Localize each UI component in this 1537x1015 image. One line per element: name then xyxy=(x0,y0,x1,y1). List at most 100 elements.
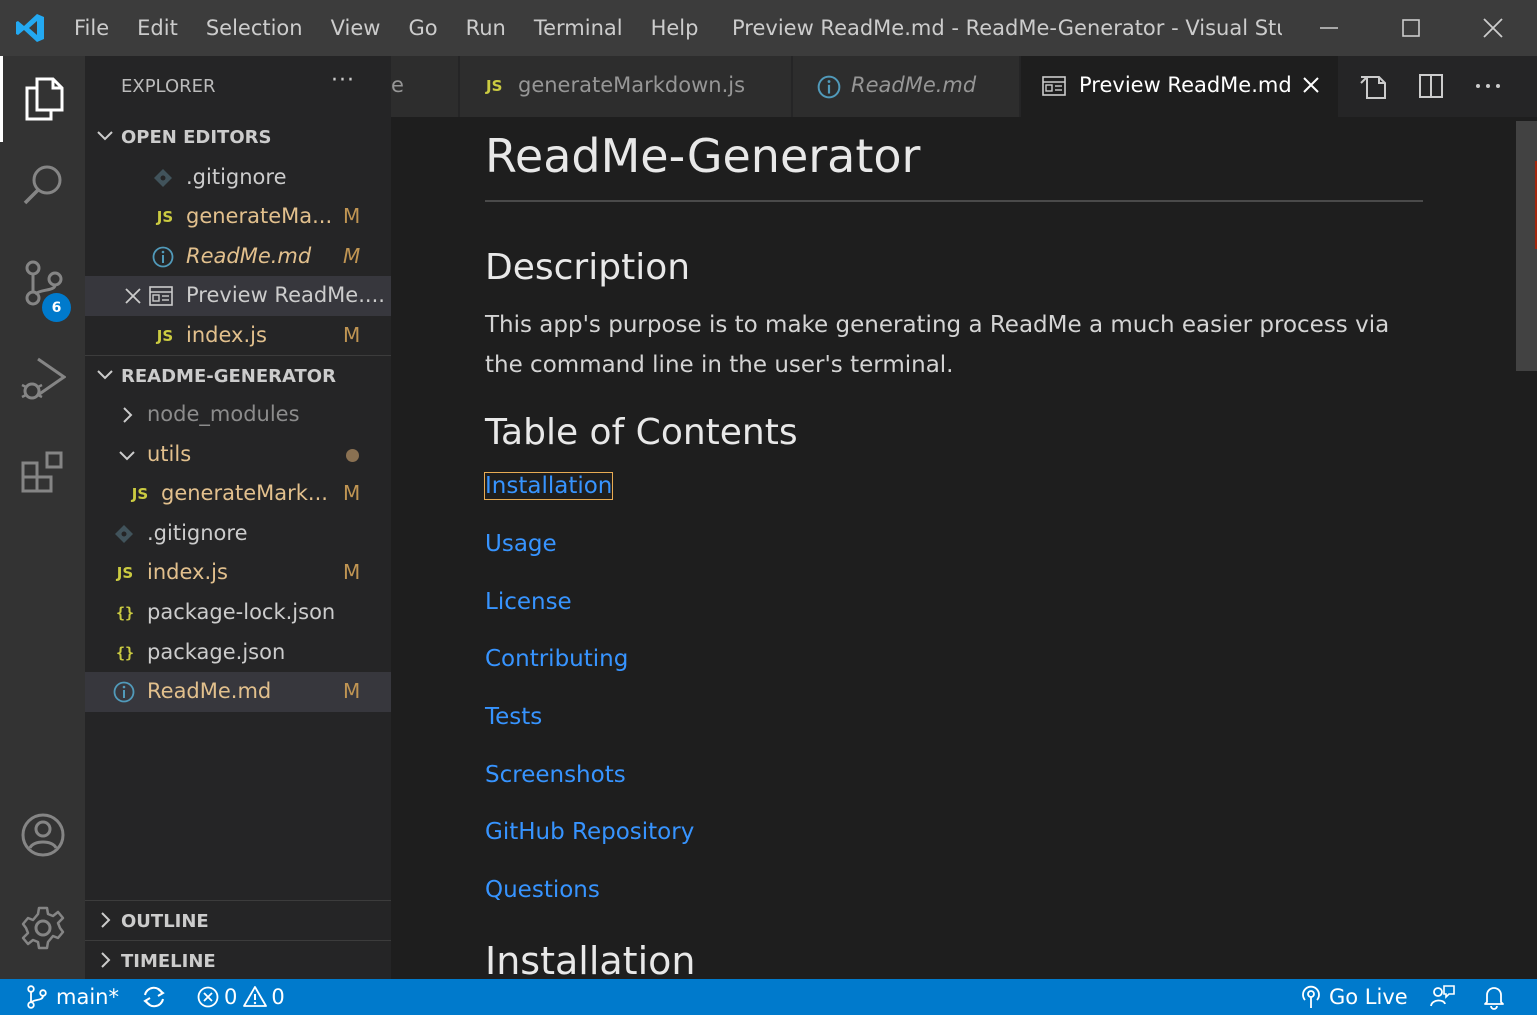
tab-readme[interactable]: ReadMe.md xyxy=(793,56,1020,117)
folder-node-modules[interactable]: node_modules xyxy=(85,395,391,435)
run-debug-icon xyxy=(20,357,66,400)
explorer-icon xyxy=(25,77,64,121)
warning-icon xyxy=(243,986,268,1007)
minimize-button[interactable] xyxy=(1288,0,1370,56)
file-package[interactable]: {} package.json xyxy=(85,633,391,673)
info-icon xyxy=(112,680,136,704)
close-tab-icon[interactable] xyxy=(1301,75,1321,100)
chevron-down-icon xyxy=(97,370,113,380)
open-editor-preview-readme[interactable]: Preview ReadMe.... xyxy=(85,276,391,316)
explorer-sidebar: EXPLORER ··· OPEN EDITORS .gitignore JS … xyxy=(85,56,391,979)
modified-indicator: M xyxy=(343,679,361,703)
vertical-scrollbar[interactable] xyxy=(1516,121,1537,371)
menu-edit[interactable]: Edit xyxy=(123,0,192,56)
timeline-section[interactable]: TIMELINE xyxy=(85,941,391,981)
json-file-icon: {} xyxy=(115,604,135,622)
folder-utils[interactable]: utils xyxy=(85,435,391,475)
toc-link-github-repository[interactable]: GitHub Repository xyxy=(485,819,694,845)
tab-preview-readme[interactable]: Preview ReadMe.md xyxy=(1021,56,1339,117)
source-control-badge: 6 xyxy=(42,293,71,322)
close-window-button[interactable] xyxy=(1452,0,1534,56)
toc-link-contributing[interactable]: Contributing xyxy=(485,646,628,672)
activity-settings[interactable] xyxy=(0,885,85,971)
file-name: package.json xyxy=(147,640,286,664)
file-name: .gitignore xyxy=(147,521,248,545)
feedback-icon xyxy=(1430,985,1455,1007)
more-actions-button[interactable]: ··· xyxy=(331,68,355,93)
open-editors-section[interactable]: OPEN EDITORS xyxy=(85,117,391,157)
split-editor-button[interactable] xyxy=(1411,68,1451,104)
file-package-lock[interactable]: {} package-lock.json xyxy=(85,593,391,633)
activity-accounts[interactable] xyxy=(0,792,85,878)
go-live-label: Go Live xyxy=(1329,985,1408,1009)
project-section[interactable]: README-GENERATOR xyxy=(85,356,391,396)
javascript-file-icon: JS xyxy=(116,564,134,582)
warning-count: 0 xyxy=(271,985,285,1009)
sync-icon xyxy=(143,986,165,1008)
activity-extensions[interactable] xyxy=(0,429,85,515)
info-icon xyxy=(817,75,841,104)
error-icon xyxy=(197,986,219,1008)
file-generatemarkdown[interactable]: JS generateMark... M xyxy=(85,474,391,514)
menu-view[interactable]: View xyxy=(317,0,395,56)
javascript-file-icon: JS xyxy=(486,77,503,95)
feedback-button[interactable] xyxy=(1429,979,1455,1015)
open-editor-generatemarkdown[interactable]: JS generateMa... M xyxy=(85,197,391,237)
toc-link-installation[interactable]: Installation xyxy=(483,472,614,500)
preview-title: ReadMe-Generator xyxy=(485,129,921,183)
toc-link-screenshots[interactable]: Screenshots xyxy=(485,762,626,788)
editor-tab-bar: e JS generateMarkdown.js ReadMe.md Previ… xyxy=(391,56,1537,117)
javascript-file-icon: JS xyxy=(156,208,174,226)
tab-generatemarkdown[interactable]: JS generateMarkdown.js xyxy=(460,56,792,117)
go-live-button[interactable]: Go Live xyxy=(1299,979,1408,1015)
tab-truncated[interactable]: e xyxy=(391,56,459,117)
folder-name: node_modules xyxy=(147,402,300,426)
toc-link-license[interactable]: License xyxy=(485,589,572,615)
open-source-icon xyxy=(1360,76,1386,99)
sync-button[interactable] xyxy=(141,979,167,1015)
activity-search[interactable] xyxy=(0,142,85,228)
vscode-logo-icon xyxy=(0,0,60,56)
menu-selection[interactable]: Selection xyxy=(192,0,317,56)
chevron-down-icon xyxy=(97,131,113,141)
open-editor-gitignore[interactable]: .gitignore xyxy=(85,158,391,198)
toc-link-tests[interactable]: Tests xyxy=(485,704,542,730)
menu-run[interactable]: Run xyxy=(452,0,520,56)
open-editor-readme[interactable]: ReadMe.md M xyxy=(85,237,391,277)
open-source-button[interactable] xyxy=(1354,68,1394,104)
maximize-button[interactable] xyxy=(1370,0,1452,56)
chevron-right-icon xyxy=(101,912,111,928)
git-icon xyxy=(112,522,136,546)
open-editor-index[interactable]: JS index.js M xyxy=(85,316,391,356)
more-editor-actions-button[interactable] xyxy=(1468,68,1508,104)
file-name: generateMark... xyxy=(161,481,328,505)
file-gitignore[interactable]: .gitignore xyxy=(85,514,391,554)
modified-indicator: M xyxy=(343,560,361,584)
chevron-right-icon xyxy=(101,952,111,968)
branch-indicator[interactable]: main* xyxy=(26,979,119,1015)
activity-source-control[interactable]: 6 xyxy=(0,240,85,326)
notifications-button[interactable] xyxy=(1482,979,1506,1015)
minimize-icon xyxy=(1320,27,1338,29)
json-file-icon: {} xyxy=(115,644,135,662)
explorer-header: EXPLORER ··· xyxy=(85,56,391,116)
file-name: ReadMe.md xyxy=(186,244,312,268)
menu-go[interactable]: Go xyxy=(394,0,451,56)
menu-help[interactable]: Help xyxy=(637,0,713,56)
timeline-label: TIMELINE xyxy=(121,950,216,972)
outline-section[interactable]: OUTLINE xyxy=(85,901,391,941)
toc-link-questions[interactable]: Questions xyxy=(485,877,600,903)
file-readme[interactable]: ReadMe.md M xyxy=(85,672,391,712)
open-editors-label: OPEN EDITORS xyxy=(121,126,272,148)
menu-file[interactable]: File xyxy=(60,0,123,56)
menu-terminal[interactable]: Terminal xyxy=(520,0,637,56)
toc-link-usage[interactable]: Usage xyxy=(485,531,557,557)
activity-run-debug[interactable] xyxy=(0,336,85,422)
modified-indicator: M xyxy=(343,481,361,505)
close-editor-icon[interactable] xyxy=(121,284,145,308)
ellipsis-icon xyxy=(1476,84,1500,88)
file-index[interactable]: JS index.js M xyxy=(85,553,391,593)
window-title: Preview ReadMe.md - ReadMe-Generator - V… xyxy=(732,16,1282,40)
problems-indicator[interactable]: 0 0 xyxy=(196,979,285,1015)
activity-explorer[interactable] xyxy=(0,56,85,142)
